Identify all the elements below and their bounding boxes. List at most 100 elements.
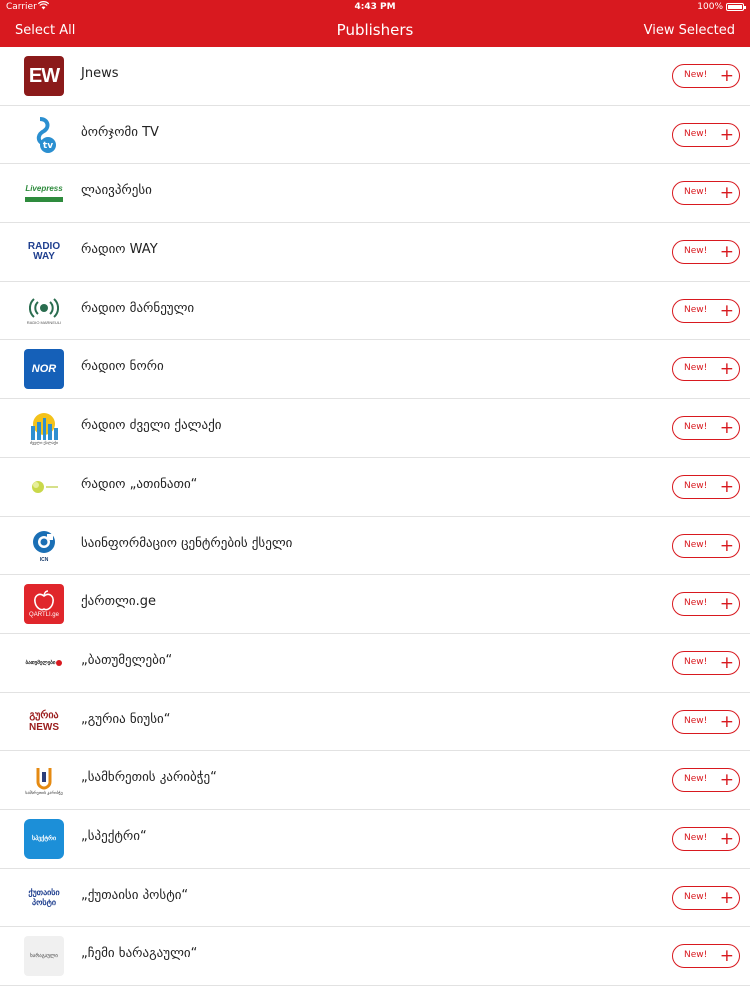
kutaisi-post-logo: ქუთაისი პოსტი (24, 877, 64, 918)
add-publisher-button[interactable]: New! + (672, 944, 740, 969)
new-badge-label: New! (684, 832, 708, 843)
publisher-name: რადიო „ათინათი“ (81, 476, 198, 492)
publisher-name: საინფორმაციო ცენტრების ქსელი (81, 535, 293, 551)
list-item[interactable]: ხარაგაული „ჩემი ხარაგაული“ New! + (0, 927, 750, 986)
add-publisher-button[interactable]: New! + (672, 768, 740, 793)
new-badge-label: New! (684, 891, 708, 902)
new-badge-label: New! (684, 304, 708, 315)
chemi-kharagauli-logo: ხარაგაული (24, 936, 64, 977)
publisher-name: „სამხრეთის კარიბჭე“ (81, 770, 217, 786)
list-item[interactable]: EW Jnews New! + (0, 47, 750, 106)
plus-icon: + (719, 418, 734, 439)
status-time: 4:43 PM (354, 2, 396, 12)
list-item[interactable]: რადიო „ათინათი“ New! + (0, 458, 750, 517)
new-badge-label: New! (684, 70, 708, 80)
publisher-name: „გურია ნიუსი“ (81, 711, 171, 727)
radio-way-logo: RADIO WAY (24, 232, 64, 273)
borjomi-logo-text: tv (43, 141, 53, 151)
list-item[interactable]: tv ბორჯომი TV New! + (0, 106, 750, 165)
borjomi-tv-logo: tv (24, 114, 64, 155)
list-item[interactable]: RADIO MARNEULI რადიო მარნეული New! + (0, 282, 750, 341)
list-item[interactable]: ძველი ქალაქი რადიო ძველი ქალაქი New! + (0, 399, 750, 458)
add-publisher-button[interactable]: New! + (672, 650, 740, 675)
add-publisher-button[interactable]: New! + (672, 240, 740, 265)
publisher-name: Jnews (81, 66, 119, 81)
list-item[interactable]: სპექტრი „სპექტრი“ New! + (0, 810, 750, 869)
plus-icon: + (719, 535, 734, 556)
add-publisher-button[interactable]: New! + (672, 64, 740, 88)
list-item[interactable]: სამხრეთის კარიბჭე „სამხრეთის კარიბჭე“ Ne… (0, 751, 750, 810)
publisher-name: რადიო WAY (81, 242, 158, 258)
plus-icon: + (719, 183, 734, 204)
livepress-logo: Livepress (24, 173, 64, 214)
plus-icon: + (719, 242, 734, 263)
qartli-logo: QARTLI.ge (24, 584, 64, 625)
add-publisher-button[interactable]: New! + (672, 298, 740, 323)
list-item[interactable]: Livepress ლაივპრესი New! + (0, 164, 750, 224)
list-item[interactable]: NOR რადიო ნორი New! + (0, 340, 750, 400)
publisher-name: „ქუთაისი პოსტი“ (81, 887, 189, 903)
publisher-name: ლაივპრესი (81, 183, 152, 199)
new-badge-label: New! (684, 715, 708, 726)
add-publisher-button[interactable]: New! + (672, 357, 740, 382)
publisher-name: რადიო ნორი (81, 359, 164, 375)
add-publisher-button[interactable]: New! + (672, 592, 740, 617)
list-item[interactable]: ბათუმელები „ბათუმელები“ New! + (0, 634, 750, 693)
publisher-name: რადიო ძველი ქალაქი (81, 418, 222, 434)
add-publisher-button[interactable]: New! + (672, 416, 740, 441)
new-badge-label: New! (684, 363, 708, 374)
new-badge-label: New! (684, 128, 708, 139)
batumelebi-red-dot (56, 659, 63, 666)
list-item[interactable]: RADIO WAY რადიო WAY New! + (0, 223, 750, 282)
new-badge-label: New! (684, 480, 708, 491)
livepress-green-bar (25, 197, 63, 203)
plus-icon: + (719, 887, 734, 908)
new-badge-label: New! (684, 422, 708, 433)
guria-news-logo: გურია NEWS (24, 701, 64, 742)
status-bar: Carrier 4:43 PM 100% (0, 0, 750, 14)
battery-icon (726, 3, 746, 11)
radio-marneuli-logo: RADIO MARNEULI (24, 290, 64, 331)
plus-icon: + (719, 594, 734, 615)
new-badge-label: New! (684, 187, 708, 198)
plus-icon: + (719, 711, 734, 732)
plus-icon: + (719, 476, 734, 497)
view-selected-button[interactable]: View Selected (644, 23, 735, 38)
add-publisher-button[interactable]: New! + (672, 533, 740, 558)
publisher-name: „ბათუმელები“ (81, 652, 173, 668)
samkhretis-karibche-logo: სამხრეთის კარიბჭე (24, 760, 64, 801)
add-publisher-button[interactable]: New! + (672, 826, 740, 851)
nav-bar: Select All Publishers View Selected (0, 14, 750, 47)
new-badge-label: New! (684, 774, 708, 785)
plus-icon: + (719, 66, 734, 86)
plus-icon: + (719, 828, 734, 849)
list-item[interactable]: QARTLI.ge ქართლი.ge New! + (0, 575, 750, 634)
list-item[interactable]: ქუთაისი პოსტი „ქუთაისი პოსტი“ New! + (0, 869, 750, 928)
plus-icon: + (719, 300, 734, 321)
publisher-name: რადიო მარნეული (81, 300, 195, 316)
publisher-list: EW Jnews New! + tv ბორჯომი TV New! + Liv… (0, 47, 750, 986)
publisher-name: „სპექტრი“ (81, 828, 147, 844)
jnews-logo: EW (24, 56, 64, 96)
plus-icon: + (719, 652, 734, 673)
list-item[interactable]: გურია NEWS „გურია ნიუსი“ New! + (0, 693, 750, 752)
page-title: Publishers (336, 21, 414, 39)
plus-icon: + (719, 124, 734, 145)
publisher-name: ბორჯომი TV (81, 124, 159, 140)
new-badge-label: New! (684, 950, 708, 961)
new-badge-label: New! (684, 656, 708, 667)
spektri-logo: სპექტრი (24, 818, 64, 859)
radio-atinati-logo (24, 466, 64, 507)
radio-dzveli-kalaki-logo: ძველი ქალაქი (24, 408, 64, 449)
list-item[interactable]: ICN საინფორმაციო ცენტრების ქსელი New! + (0, 517, 750, 576)
new-badge-label: New! (684, 539, 708, 550)
plus-icon: + (719, 359, 734, 380)
add-publisher-button[interactable]: New! + (672, 122, 740, 147)
add-publisher-button[interactable]: New! + (672, 709, 740, 734)
battery-percent: 100% (697, 2, 723, 12)
add-publisher-button[interactable]: New! + (672, 474, 740, 499)
batumelebi-logo: ბათუმელები (24, 642, 64, 683)
add-publisher-button[interactable]: New! + (672, 181, 740, 206)
plus-icon: + (719, 946, 734, 967)
add-publisher-button[interactable]: New! + (672, 885, 740, 910)
